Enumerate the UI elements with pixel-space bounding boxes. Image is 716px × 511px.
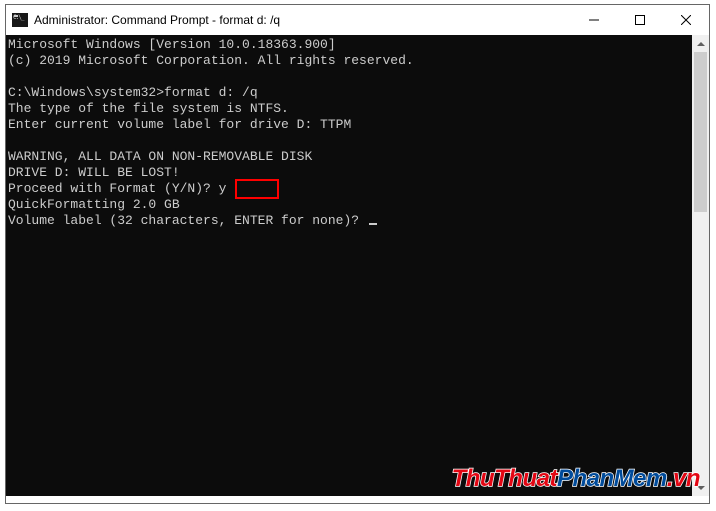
- window-title: Administrator: Command Prompt - format d…: [34, 13, 571, 27]
- scroll-down-button[interactable]: [692, 479, 709, 496]
- window-controls: [571, 5, 709, 35]
- terminal-output[interactable]: Microsoft Windows [Version 10.0.18363.90…: [6, 35, 702, 496]
- vertical-scrollbar[interactable]: [692, 35, 709, 496]
- scroll-up-button[interactable]: [692, 35, 709, 52]
- cmd-icon: [12, 13, 28, 27]
- minimize-button[interactable]: [571, 5, 617, 35]
- maximize-button[interactable]: [617, 5, 663, 35]
- cursor: [369, 223, 377, 225]
- scrollbar-thumb[interactable]: [694, 52, 707, 212]
- titlebar[interactable]: Administrator: Command Prompt - format d…: [6, 5, 709, 35]
- command-prompt-window: Administrator: Command Prompt - format d…: [5, 4, 710, 504]
- close-button[interactable]: [663, 5, 709, 35]
- scrollbar-track[interactable]: [692, 52, 709, 479]
